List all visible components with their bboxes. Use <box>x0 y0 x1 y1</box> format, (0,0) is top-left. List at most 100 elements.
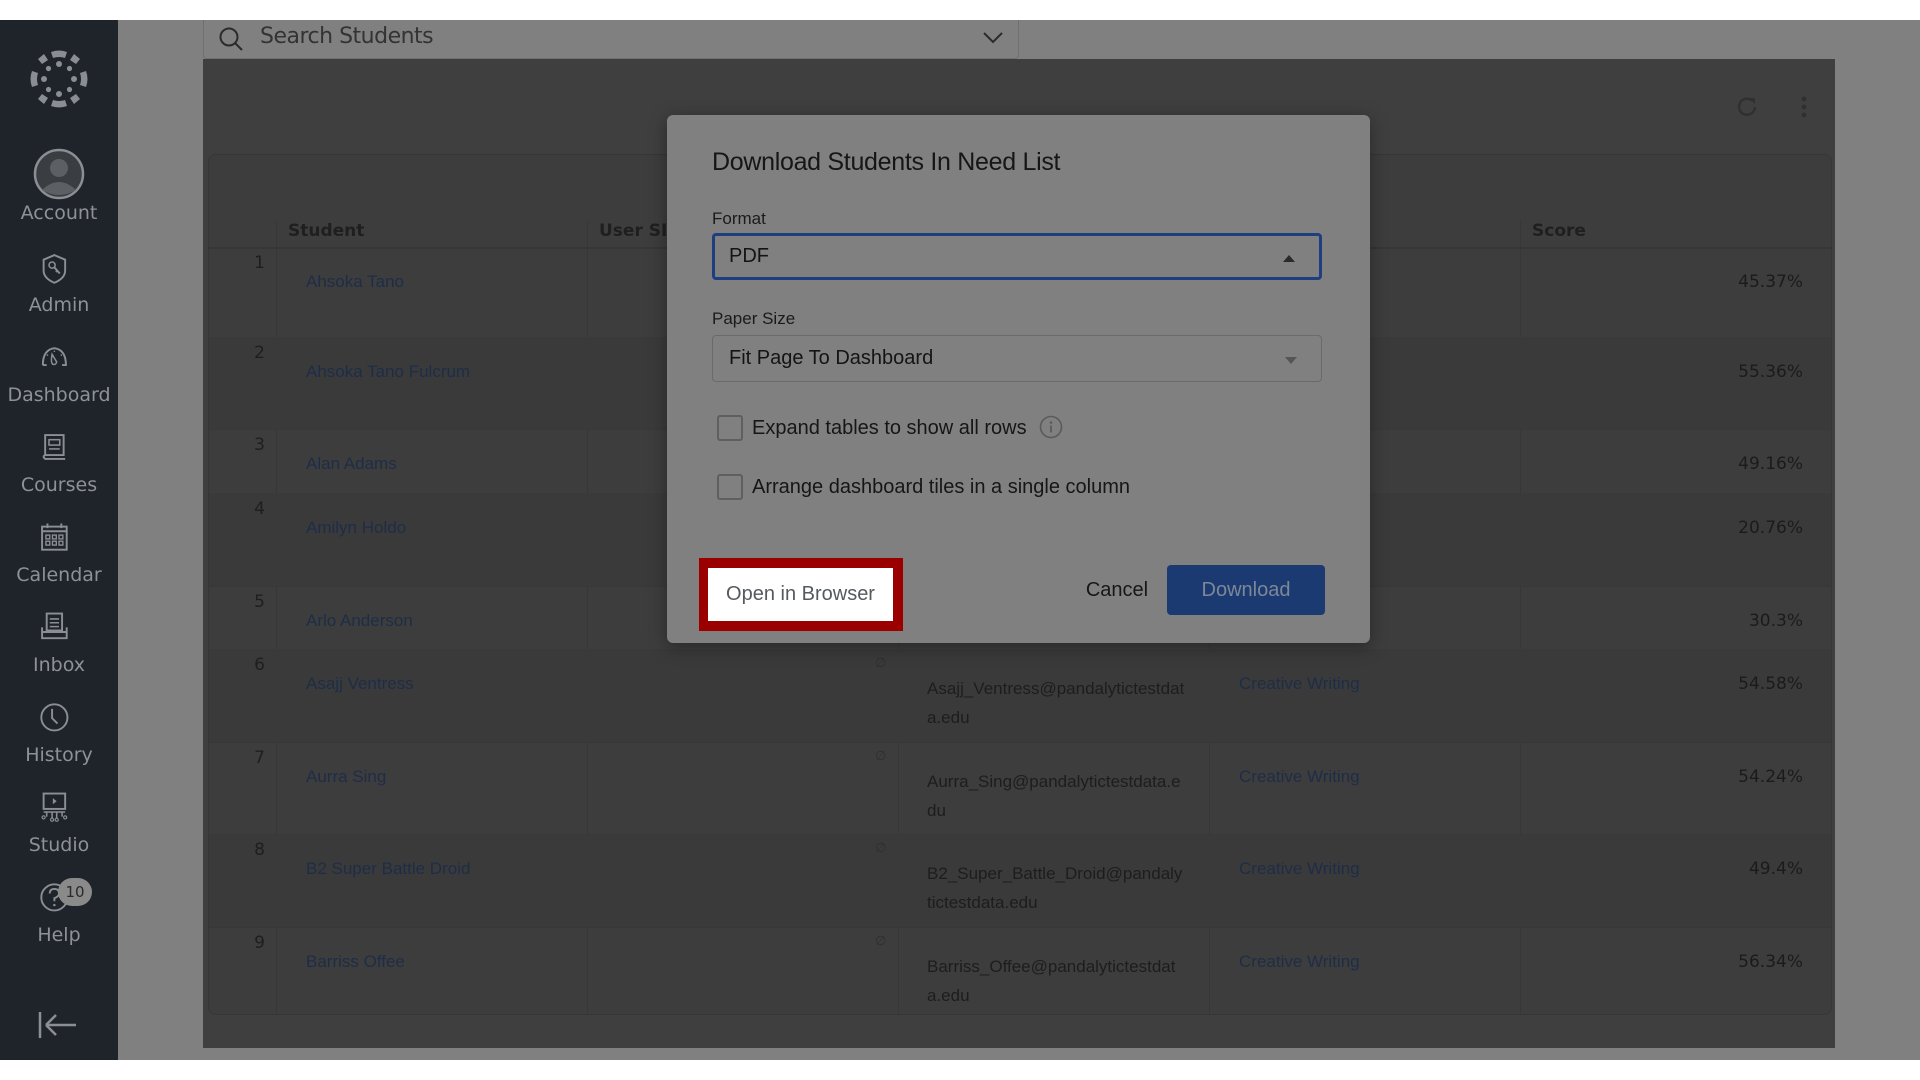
refresh-icon[interactable] <box>1735 95 1759 119</box>
history-clock-icon <box>40 703 69 732</box>
user-sis-value: ∅ <box>875 840 887 855</box>
expand-tables-label[interactable]: Expand tables to show all rows <box>752 417 1027 440</box>
sidebar-item-label: Courses <box>20 474 98 496</box>
sidebar-item-admin[interactable]: Admin <box>0 252 118 316</box>
more-options-icon[interactable] <box>1800 96 1808 118</box>
score-value: 55.36% <box>1738 362 1803 382</box>
sidebar-item-calendar[interactable]: Calendar <box>0 522 118 586</box>
student-name-link[interactable]: Aurra Sing <box>306 767 386 787</box>
format-selected-value: PDF <box>729 245 769 267</box>
dialog-title: Download Students In Need List <box>712 148 1061 176</box>
table-row: 8 B2 Super Battle Droid ∅ B2_Super_Battle_D… <box>209 834 1831 928</box>
sidebar-item-history[interactable]: History <box>0 702 118 766</box>
sidebar-item-label: Admin <box>28 294 90 316</box>
course-link[interactable]: Creative Writing <box>1239 859 1360 879</box>
course-link[interactable]: Creative Writing <box>1239 952 1360 972</box>
sidebar-item-label: Studio <box>28 834 90 856</box>
row-number: 4 <box>254 499 265 519</box>
row-number: 7 <box>254 748 265 768</box>
row-number: 9 <box>254 933 265 953</box>
course-link[interactable]: Creative Writing <box>1239 674 1360 694</box>
column-header-score[interactable]: Score <box>1532 221 1586 241</box>
calendar-icon <box>41 523 68 551</box>
courses-book-icon <box>42 434 66 460</box>
student-name-link[interactable]: Amilyn Holdo <box>306 518 406 538</box>
score-value: 56.34% <box>1738 952 1803 972</box>
email-value: Barriss_Offee@pandalytictestdata.edu <box>927 957 1176 1005</box>
chevron-down-icon[interactable] <box>982 29 1004 47</box>
score-value: 49.16% <box>1738 454 1803 474</box>
sidebar-item-account[interactable]: Account <box>0 148 118 224</box>
row-number: 1 <box>254 253 265 273</box>
arrange-single-column-label[interactable]: Arrange dashboard tiles in a single colu… <box>752 476 1130 499</box>
global-nav-sidebar: Account Admin Dashboard Courses Calendar… <box>0 20 118 1060</box>
score-value: 20.76% <box>1738 518 1803 538</box>
studio-icon <box>41 792 68 822</box>
sidebar-item-dashboard[interactable]: Dashboard <box>0 342 118 406</box>
user-sis-value: ∅ <box>875 655 887 670</box>
bottom-strip <box>0 1060 1920 1080</box>
sidebar-item-inbox[interactable]: Inbox <box>0 612 118 676</box>
account-icon <box>33 148 85 200</box>
row-number: 3 <box>254 435 265 455</box>
email-value: B2_Super_Battle_Droid@pandalytictestdata… <box>927 864 1183 912</box>
canvas-logo-icon[interactable] <box>29 49 89 109</box>
score-value: 54.58% <box>1738 674 1803 694</box>
sidebar-item-courses[interactable]: Courses <box>0 432 118 496</box>
arrange-single-column-checkbox[interactable] <box>717 474 743 500</box>
student-name-link[interactable]: Arlo Anderson <box>306 611 413 631</box>
table-row: 6 Asajj Ventress ∅ Asajj_Ventress@pandalyti… <box>209 649 1831 743</box>
download-button[interactable]: Download <box>1167 565 1325 615</box>
sidebar-item-label: Account <box>20 202 98 224</box>
format-label: Format <box>712 209 766 228</box>
top-strip <box>0 0 1920 20</box>
sidebar-item-label: Help <box>37 924 81 946</box>
format-select[interactable]: PDF <box>712 233 1322 280</box>
admin-shield-icon <box>42 254 67 284</box>
column-header-student[interactable]: Student <box>288 221 364 241</box>
row-number: 6 <box>254 655 265 675</box>
search-placeholder: Search Students <box>260 24 434 49</box>
user-sis-value: ∅ <box>875 748 887 763</box>
sidebar-item-studio[interactable]: Studio <box>0 792 118 856</box>
paper-size-label: Paper Size <box>712 309 796 328</box>
info-icon[interactable] <box>1039 415 1063 439</box>
student-name-link[interactable]: Asajj Ventress <box>306 674 414 694</box>
search-icon <box>219 27 243 51</box>
student-name-link[interactable]: Barriss Offee <box>306 952 405 972</box>
table-row: 7 Aurra Sing ∅ Aurra_Sing@pandalytictestdat… <box>209 742 1831 835</box>
student-name-link[interactable]: Alan Adams <box>306 454 397 474</box>
cancel-button[interactable]: Cancel <box>1057 565 1177 615</box>
student-name-link[interactable]: B2 Super Battle Droid <box>306 859 470 879</box>
search-students-input[interactable]: Search Students <box>203 20 1019 59</box>
sidebar-item-help[interactable]: 10 Help <box>0 878 118 946</box>
sidebar-item-label: History <box>25 744 93 766</box>
row-number: 5 <box>254 592 265 612</box>
table-row: 9 Barriss Offee ∅ Barriss_Offee@pandalytict… <box>209 927 1831 1014</box>
score-value: 30.3% <box>1748 611 1803 631</box>
row-number: 2 <box>254 343 265 363</box>
score-value: 54.24% <box>1738 767 1803 787</box>
student-name-link[interactable]: Ahsoka Tano <box>306 272 404 292</box>
score-value: 45.37% <box>1738 272 1803 292</box>
sidebar-item-label: Inbox <box>33 654 85 676</box>
user-sis-value: ∅ <box>875 933 887 948</box>
caret-up-icon <box>1283 255 1295 262</box>
student-name-link[interactable]: Ahsoka Tano Fulcrum <box>306 362 470 382</box>
open-in-browser-button[interactable]: Open in Browser <box>708 568 893 621</box>
caret-down-icon <box>1285 357 1297 364</box>
course-link[interactable]: Creative Writing <box>1239 767 1360 787</box>
collapse-nav-icon[interactable] <box>38 1010 80 1040</box>
sidebar-item-label: Dashboard <box>7 384 111 406</box>
paper-size-select[interactable]: Fit Page To Dashboard <box>712 335 1322 382</box>
dashboard-gauge-icon <box>41 347 67 367</box>
email-value: Aurra_Sing@pandalytictestdata.edu <box>927 772 1181 820</box>
expand-tables-checkbox[interactable] <box>717 415 743 441</box>
score-value: 49.4% <box>1748 859 1803 879</box>
row-number: 8 <box>254 840 265 860</box>
paper-size-selected-value: Fit Page To Dashboard <box>729 347 934 369</box>
sidebar-item-label: Calendar <box>16 564 102 586</box>
download-dialog: Download Students In Need List Format PD… <box>667 115 1370 643</box>
email-value: Asajj_Ventress@pandalytictestdata.edu <box>927 679 1185 727</box>
inbox-icon <box>41 612 68 640</box>
